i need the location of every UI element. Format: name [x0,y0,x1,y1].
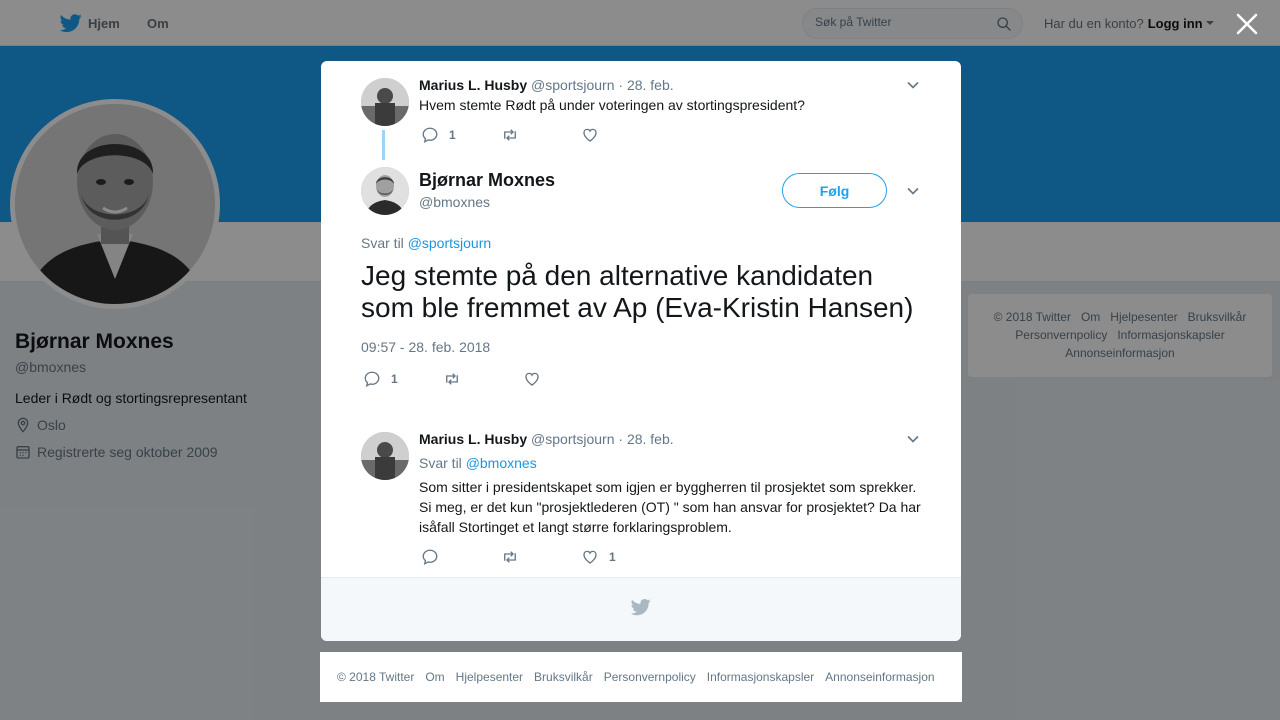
thread-connector [382,130,385,160]
reply-count: 1 [391,372,398,386]
reply-button[interactable]: 1 [421,126,456,144]
reply-to-line: Svar til @bmoxnes [419,455,537,471]
avatar[interactable] [361,167,409,215]
heart-icon [583,128,597,142]
reply-icon [364,371,380,388]
modal-footer [321,577,961,641]
follow-button[interactable]: Følg [782,173,887,208]
twitter-bird-icon [631,599,651,616]
reply-icon [422,127,438,144]
tweet-author-handle[interactable]: @sportsjourn [531,431,614,447]
footer-link-help[interactable]: Hjelpesenter [456,670,523,684]
like-count: 1 [609,550,616,564]
tweet-author-handle[interactable]: @sportsjourn [531,77,614,93]
retweet-icon [504,551,516,563]
avatar-photo [361,432,409,480]
bottom-footer: © 2018 Twitter Om Hjelpesenter Bruksvilk… [320,652,962,702]
tweet-date[interactable]: · 28. feb. [618,431,673,447]
footer-link-cookies[interactable]: Informasjonskapsler [707,670,814,684]
tweet-author-name[interactable]: Marius L. Husby [419,77,527,93]
avatar[interactable] [361,432,409,480]
heart-icon [583,550,597,564]
footer-link-ads[interactable]: Annonseinformasjon [825,670,934,684]
reply-count: 1 [449,128,456,142]
tweet-modal: Marius L. Husby @sportsjourn · 28. feb. … [321,61,961,641]
tweet-text: Hvem stemte Rødt på under voteringen av … [419,97,805,113]
reply-icon [422,549,438,566]
avatar-photo [361,78,409,126]
tweet-text: Som sitter i presidentskapet som igjen e… [419,479,921,535]
retweet-icon [504,129,516,141]
footer-link-about[interactable]: Om [425,670,444,684]
tweet-header: Marius L. Husby @sportsjourn · 28. feb. [419,431,674,447]
retweet-icon [446,373,458,385]
tweet-text: Jeg stemte på den alternative kandidaten… [361,260,914,323]
footer-link-terms[interactable]: Bruksvilkår [534,670,593,684]
chevron-down-icon[interactable] [906,432,920,446]
retweet-button[interactable] [501,126,529,144]
like-button[interactable] [523,370,551,388]
avatar-photo [361,167,409,215]
chevron-down-icon[interactable] [906,78,920,92]
reply-to-prefix: Svar til [361,235,404,251]
like-button[interactable] [581,126,609,144]
reply-to-prefix: Svar til [419,455,462,471]
like-button[interactable]: 1 [581,548,616,566]
reply-button[interactable] [421,548,449,566]
close-icon[interactable] [1234,11,1260,37]
tweet-author-name[interactable]: Bjørnar Moxnes [419,170,555,191]
avatar[interactable] [361,78,409,126]
reply-button[interactable]: 1 [363,370,398,388]
retweet-button[interactable] [443,370,471,388]
tweet-header: Marius L. Husby @sportsjourn · 28. feb. [419,77,674,93]
footer-link-privacy[interactable]: Personvernpolicy [604,670,696,684]
reply-to-line: Svar til @sportsjourn [361,235,491,251]
tweet-author-handle[interactable]: @bmoxnes [419,194,490,210]
heart-icon [525,372,539,386]
reply-to-handle[interactable]: @sportsjourn [408,235,491,251]
reply-to-handle[interactable]: @bmoxnes [466,455,537,471]
tweet-timestamp[interactable]: 09:57 - 28. feb. 2018 [361,339,490,355]
footer-copyright: © 2018 Twitter [337,670,415,684]
chevron-down-icon[interactable] [906,184,920,198]
tweet-date[interactable]: · 28. feb. [618,77,673,93]
tweet-author-name[interactable]: Marius L. Husby [419,431,527,447]
retweet-button[interactable] [501,548,529,566]
